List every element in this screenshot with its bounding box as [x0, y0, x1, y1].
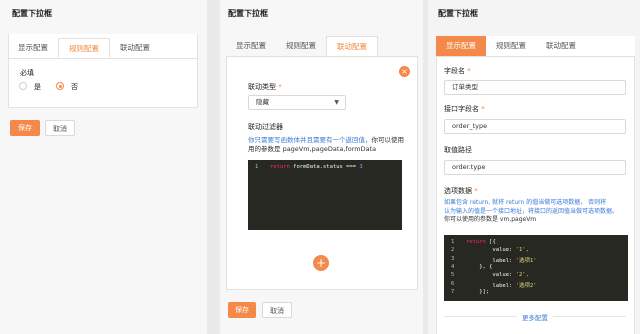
line-number: 6	[451, 280, 455, 287]
tab-linkage[interactable]: 联动配置	[326, 36, 378, 56]
line-number: 5	[451, 272, 455, 279]
radio-yes-label: 是	[34, 83, 41, 91]
code-line: }];	[466, 288, 490, 295]
save-button[interactable]: 保存	[10, 120, 40, 136]
tab-rules[interactable]: 规则配置	[276, 36, 326, 56]
panel-1: 配置下拉框 显示配置 规则配置 联动配置 必填 是 否 保存 取消	[0, 0, 207, 334]
tab-display[interactable]: 显示配置	[436, 36, 486, 56]
options-data-label: 选项数据 *	[444, 187, 478, 195]
chevron-down-icon: ▼	[334, 99, 339, 106]
radio-no[interactable]	[56, 82, 64, 90]
tab-bar: 显示配置 规则配置 联动配置	[436, 36, 635, 57]
field-name-label: 字段名 *	[444, 67, 471, 75]
code-line: label: '选项1'	[466, 257, 537, 264]
cancel-button[interactable]: 取消	[262, 302, 292, 318]
line-number: 3	[451, 255, 455, 262]
api-field-input[interactable]: order_type	[444, 119, 626, 134]
tab-linkage[interactable]: 联动配置	[536, 36, 586, 56]
code-line: value: '2',	[466, 272, 529, 279]
panel-3: 配置下拉框 显示配置 规则配置 联动配置 字段名 * 订单类型 接口字段名 * …	[428, 0, 640, 334]
link-type-label: 联动类型 *	[248, 83, 282, 91]
cancel-button[interactable]: 取消	[45, 120, 75, 136]
code-line: label: '选项2'	[466, 282, 537, 289]
line-number: 1	[451, 239, 455, 245]
api-field-label: 接口字段名 *	[444, 105, 485, 113]
value-path-label: 取值路径	[444, 146, 472, 154]
tab-bar: 显示配置 规则配置 联动配置	[226, 36, 418, 57]
dialog-title: 配置下拉框	[228, 9, 268, 18]
radio-no-label: 否	[71, 83, 78, 91]
code-editor[interactable]: 1 return [{ 2 value: '1', 3 label: '选项1' 4 }…	[444, 235, 628, 301]
filter-label: 联动过滤器	[248, 123, 283, 131]
save-button[interactable]: 保存	[228, 302, 256, 318]
dialog-title: 配置下拉框	[438, 9, 478, 18]
close-icon[interactable]: ×	[399, 66, 410, 77]
code-line: }, {	[466, 263, 493, 270]
value-path-input[interactable]: order.type	[444, 160, 626, 175]
code-line: return formData.status === 3	[270, 164, 363, 170]
tab-rules[interactable]: 规则配置	[58, 38, 110, 58]
filter-hint: 你只需要写函数体并且需要有一个返回值，你可以使用 用的参数是 pageVm,pa…	[248, 136, 404, 153]
line-number: 7	[451, 288, 455, 295]
tab-display[interactable]: 显示配置	[226, 36, 276, 56]
link-type-select[interactable]: 隐藏 ▼	[248, 95, 346, 110]
radio-yes[interactable]	[19, 82, 27, 90]
options-hint: 如果包含 return, 就将 return 的值当做可选项数据， 否则将 认为…	[444, 199, 619, 223]
tab-display[interactable]: 显示配置	[8, 38, 58, 58]
tab-rules[interactable]: 规则配置	[486, 36, 536, 56]
line-number: 2	[451, 247, 455, 254]
add-icon[interactable]: +	[313, 255, 329, 271]
tab-linkage[interactable]: 联动配置	[110, 38, 160, 58]
more-settings-link[interactable]: 更多配置	[444, 312, 626, 322]
line-number: 4	[451, 263, 455, 270]
tab-bar: 显示配置 规则配置 联动配置	[8, 38, 198, 59]
required-label: 必填	[20, 69, 34, 77]
code-editor[interactable]: 1 return formData.status === 3	[248, 160, 402, 230]
field-name-input[interactable]: 订单类型	[444, 80, 626, 95]
dialog-title: 配置下拉框	[12, 9, 52, 18]
panel-2: 配置下拉框 显示配置 规则配置 联动配置 × 联动类型 * 隐藏 ▼ 联动过滤器…	[220, 0, 423, 334]
code-line: return [{	[466, 239, 496, 245]
code-line: value: '1',	[466, 247, 529, 254]
